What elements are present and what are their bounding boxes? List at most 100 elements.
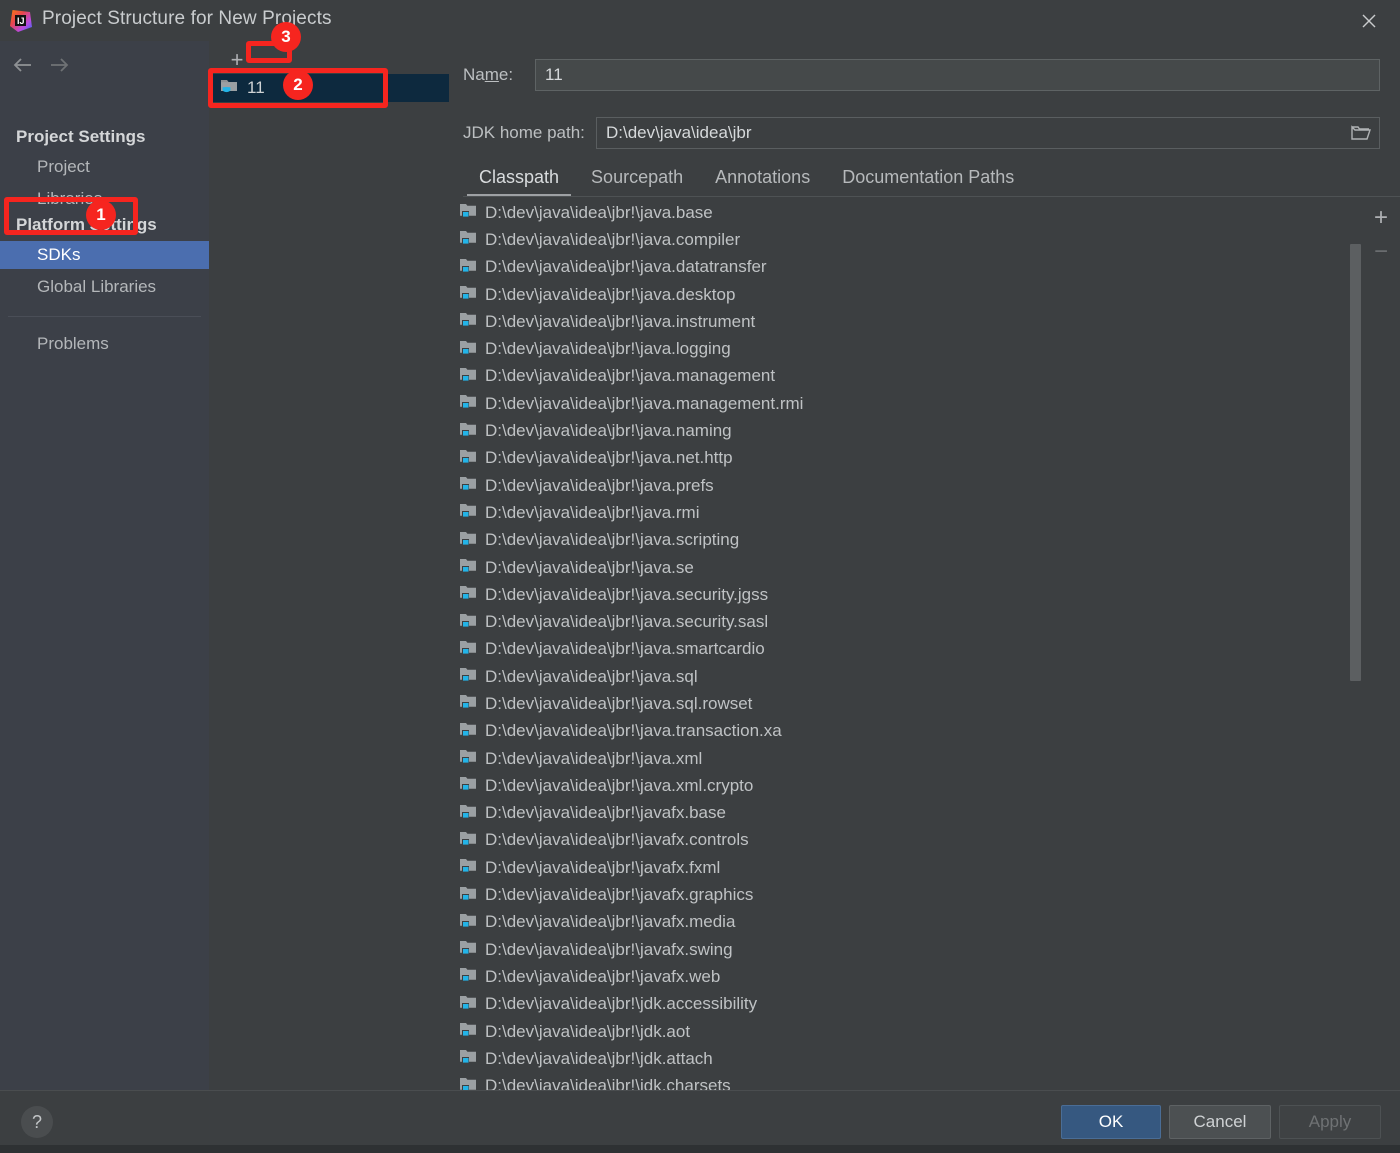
classpath-list-item[interactable]: D:\dev\java\idea\jbr!\javafx.graphics <box>449 881 1366 908</box>
classpath-entry-path: D:\dev\java\idea\jbr!\java.net.http <box>485 448 733 468</box>
classpath-list-item[interactable]: D:\dev\java\idea\jbr!\jdk.accessibility <box>449 991 1366 1018</box>
sidebar-item-label: Project <box>37 157 90 176</box>
apply-button[interactable]: Apply <box>1279 1105 1381 1139</box>
classpath-list-item[interactable]: D:\dev\java\idea\jbr!\java.management.rm… <box>449 390 1366 417</box>
folder-module-icon <box>459 448 477 469</box>
classpath-list-item[interactable]: D:\dev\java\idea\jbr!\java.desktop <box>449 281 1366 308</box>
tabs-underline <box>463 196 1400 197</box>
classpath-entry-path: D:\dev\java\idea\jbr!\java.datatransfer <box>485 257 767 277</box>
classpath-list[interactable]: D:\dev\java\idea\jbr!\java.base D:\dev\ja… <box>449 199 1366 1131</box>
classpath-list-item[interactable]: D:\dev\java\idea\jbr!\java.security.jgss <box>449 581 1366 608</box>
folder-module-icon <box>459 1021 477 1042</box>
classpath-list-item[interactable]: D:\dev\java\idea\jbr!\java.datatransfer <box>449 254 1366 281</box>
classpath-entry-path: D:\dev\java\idea\jbr!\java.se <box>485 557 694 577</box>
classpath-list-item[interactable]: D:\dev\java\idea\jbr!\java.xml.crypto <box>449 772 1366 799</box>
sdk-list-item-label: 11 <box>247 78 265 97</box>
tab-documentation-paths[interactable]: Documentation Paths <box>826 167 1030 197</box>
folder-module-icon <box>459 639 477 660</box>
classpath-list-item[interactable]: D:\dev\java\idea\jbr!\javafx.web <box>449 963 1366 990</box>
classpath-list-item[interactable]: D:\dev\java\idea\jbr!\jdk.aot <box>449 1018 1366 1045</box>
folder-module-icon <box>459 748 477 769</box>
folder-browse-icon[interactable] <box>1351 124 1371 142</box>
classpath-scrollbar-thumb[interactable] <box>1350 244 1361 681</box>
classpath-entry-path: D:\dev\java\idea\jbr!\java.sql <box>485 666 698 686</box>
classpath-list-item[interactable]: D:\dev\java\idea\jbr!\java.naming <box>449 417 1366 444</box>
sidebar-divider <box>8 316 201 317</box>
classpath-list-item[interactable]: D:\dev\java\idea\jbr!\java.transaction.x… <box>449 718 1366 745</box>
remove-classpath-entry-button[interactable]: − <box>1364 235 1398 269</box>
remove-sdk-button[interactable]: − <box>259 46 287 74</box>
classpath-entry-path: D:\dev\java\idea\jbr!\jdk.attach <box>485 1048 713 1068</box>
folder-module-icon <box>459 666 477 687</box>
classpath-list-item[interactable]: D:\dev\java\idea\jbr!\javafx.base <box>449 800 1366 827</box>
classpath-entry-path: D:\dev\java\idea\jbr!\java.base <box>485 202 713 222</box>
classpath-list-item[interactable]: D:\dev\java\idea\jbr!\javafx.swing <box>449 936 1366 963</box>
classpath-list-item[interactable]: D:\dev\java\idea\jbr!\java.se <box>449 554 1366 581</box>
classpath-entry-path: D:\dev\java\idea\jbr!\javafx.graphics <box>485 885 754 905</box>
desktop-edge <box>0 1145 1400 1153</box>
name-input[interactable]: 11 <box>535 59 1380 91</box>
tab-sourcepath[interactable]: Sourcepath <box>575 167 699 197</box>
classpath-list-item[interactable]: D:\dev\java\idea\jbr!\java.sql <box>449 663 1366 690</box>
sidebar-item-problems[interactable]: Problems <box>0 330 209 358</box>
jdk-home-path-row: JDK home path: D:\dev\java\idea\jbr <box>463 117 1400 149</box>
add-classpath-entry-button[interactable]: + <box>1364 201 1398 235</box>
classpath-list-item[interactable]: D:\dev\java\idea\jbr!\java.prefs <box>449 472 1366 499</box>
classpath-list-item[interactable]: D:\dev\java\idea\jbr!\java.xml <box>449 745 1366 772</box>
folder-module-icon <box>459 693 477 714</box>
classpath-list-item[interactable]: D:\dev\java\idea\jbr!\java.compiler <box>449 226 1366 253</box>
classpath-entry-path: D:\dev\java\idea\jbr!\java.smartcardio <box>485 639 765 659</box>
classpath-list-item[interactable]: D:\dev\java\idea\jbr!\java.smartcardio <box>449 636 1366 663</box>
forward-arrow-icon[interactable] <box>46 52 72 78</box>
classpath-list-item[interactable]: D:\dev\java\idea\jbr!\java.rmi <box>449 499 1366 526</box>
sdk-list-item[interactable]: 11 <box>210 74 449 102</box>
folder-module-icon <box>459 421 477 442</box>
jdk-home-path-input[interactable]: D:\dev\java\idea\jbr <box>596 117 1380 149</box>
classpath-list-item[interactable]: D:\dev\java\idea\jbr!\java.net.http <box>449 445 1366 472</box>
classpath-list-item[interactable]: D:\dev\java\idea\jbr!\java.sql.rowset <box>449 690 1366 717</box>
classpath-list-item[interactable]: D:\dev\java\idea\jbr!\java.logging <box>449 335 1366 362</box>
close-icon[interactable] <box>1346 3 1392 39</box>
classpath-list-item[interactable]: D:\dev\java\idea\jbr!\java.security.sasl <box>449 608 1366 635</box>
classpath-entry-path: D:\dev\java\idea\jbr!\javafx.web <box>485 966 721 986</box>
classpath-list-item[interactable]: D:\dev\java\idea\jbr!\java.instrument <box>449 308 1366 335</box>
classpath-entry-path: D:\dev\java\idea\jbr!\java.security.sasl <box>485 612 769 632</box>
ok-button[interactable]: OK <box>1061 1105 1161 1139</box>
folder-module-icon <box>459 229 477 250</box>
help-button[interactable]: ? <box>21 1106 53 1138</box>
classpath-list-item[interactable]: D:\dev\java\idea\jbr!\jdk.attach <box>449 1045 1366 1072</box>
classpath-entry-path: D:\dev\java\idea\jbr!\javafx.controls <box>485 830 749 850</box>
sidebar-group-project-settings: Project Settings <box>16 127 146 146</box>
folder-module-icon <box>459 584 477 605</box>
sidebar-item-label: Problems <box>37 334 109 353</box>
tab-classpath[interactable]: Classpath <box>463 167 575 197</box>
classpath-list-item[interactable]: D:\dev\java\idea\jbr!\javafx.media <box>449 909 1366 936</box>
folder-module-icon <box>459 966 477 987</box>
folder-module-icon <box>459 830 477 851</box>
sidebar-group-platform-settings: Platform Settings <box>16 215 157 234</box>
classpath-list-item[interactable]: D:\dev\java\idea\jbr!\java.base <box>449 199 1366 226</box>
classpath-list-item[interactable]: D:\dev\java\idea\jbr!\java.management <box>449 363 1366 390</box>
classpath-list-item[interactable]: D:\dev\java\idea\jbr!\javafx.controls <box>449 827 1366 854</box>
classpath-side-buttons: + − <box>1364 201 1398 269</box>
folder-module-icon <box>459 530 477 551</box>
sidebar-item-sdks[interactable]: SDKs <box>0 241 209 269</box>
folder-module-icon <box>459 1048 477 1069</box>
classpath-list-item[interactable]: D:\dev\java\idea\jbr!\javafx.fxml <box>449 854 1366 881</box>
sidebar-item-project[interactable]: Project <box>0 153 209 181</box>
folder-module-icon <box>459 912 477 933</box>
sidebar-item-label: Global Libraries <box>37 277 157 296</box>
folder-module-icon <box>459 502 477 523</box>
back-arrow-icon[interactable] <box>10 52 36 78</box>
tab-annotations[interactable]: Annotations <box>699 167 826 197</box>
sidebar-item-global-libraries[interactable]: Global Libraries <box>0 273 209 301</box>
add-sdk-button[interactable]: + <box>223 46 251 74</box>
jdk-home-path-label: JDK home path: <box>463 123 585 142</box>
classpath-entry-path: D:\dev\java\idea\jbr!\javafx.fxml <box>485 857 721 877</box>
sidebar-item-libraries[interactable]: Libraries <box>0 185 209 213</box>
classpath-list-item[interactable]: D:\dev\java\idea\jbr!\java.scripting <box>449 527 1366 554</box>
cancel-button[interactable]: Cancel <box>1169 1105 1271 1139</box>
folder-module-icon <box>459 721 477 742</box>
folder-module-icon <box>459 857 477 878</box>
folder-module-icon <box>459 994 477 1015</box>
